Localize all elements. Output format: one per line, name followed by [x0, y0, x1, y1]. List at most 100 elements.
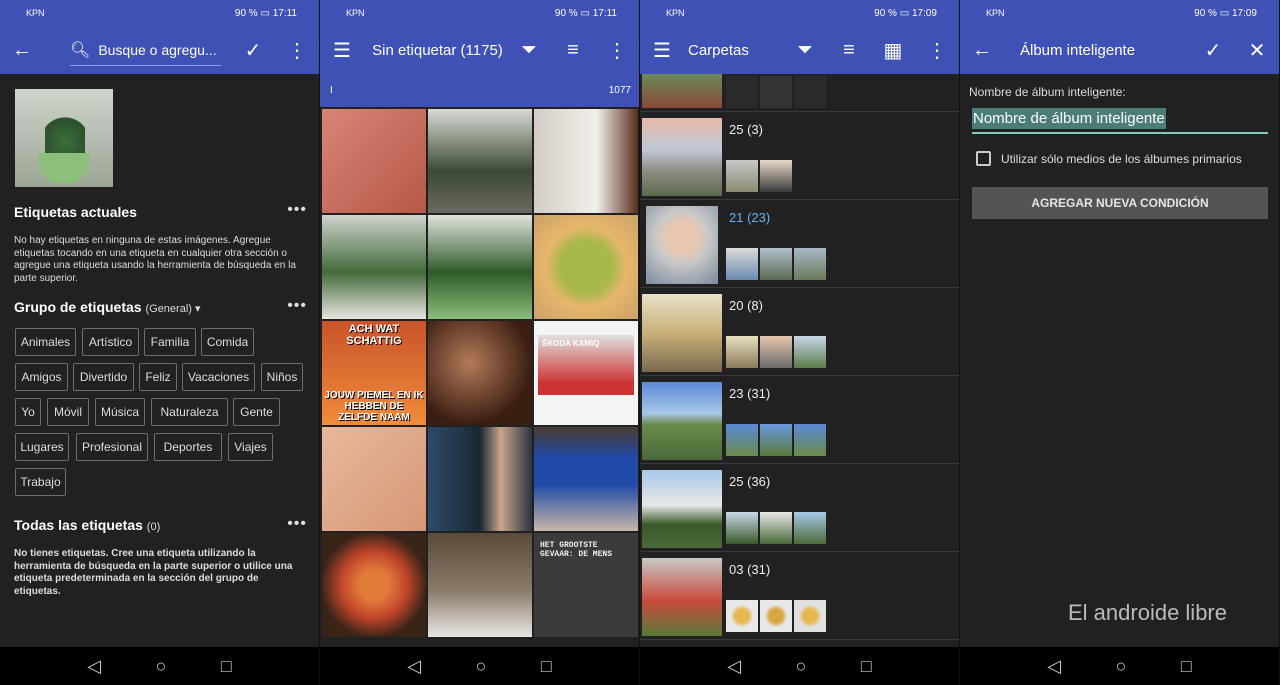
tag-group-more-icon[interactable]: ••• — [287, 297, 307, 315]
grid-view-icon[interactable]: ▦ — [871, 26, 915, 74]
add-condition-button[interactable]: AGREGAR NUEVA CONDICIÓN — [972, 187, 1268, 219]
battery-label: 90 % — [234, 7, 258, 19]
ad-banner: ŠKODA KAMIQ — [538, 335, 634, 395]
current-tags-more-icon[interactable]: ••• — [287, 201, 307, 219]
chip-lugares[interactable]: Lugares — [15, 433, 69, 461]
nav-home-icon[interactable]: ○ — [1116, 656, 1127, 677]
photo-thumbnail[interactable] — [534, 427, 638, 531]
battery-icon: ▭ — [1219, 7, 1232, 19]
filter-icon[interactable]: ⏷ — [783, 26, 827, 74]
chip-animales[interactable]: Animales — [15, 328, 76, 356]
photo-thumbnail[interactable] — [428, 321, 532, 425]
folder-row[interactable]: 20 (8) — [640, 290, 959, 376]
filter-icon[interactable]: ⏷ — [507, 26, 551, 74]
nav-back-icon[interactable]: ◁ — [1047, 656, 1061, 677]
chip-yo[interactable]: Yo — [15, 398, 41, 426]
nav-recents-icon[interactable]: □ — [1181, 656, 1192, 677]
chip-profesional[interactable]: Profesional — [76, 433, 148, 461]
photo-thumbnail[interactable] — [534, 215, 638, 319]
folder-row[interactable]: 23 (31) — [640, 378, 959, 464]
photo-thumbnail[interactable] — [322, 533, 426, 637]
nav-recents-icon[interactable]: □ — [541, 656, 552, 677]
more-vert-icon[interactable]: ⋮ — [275, 26, 319, 74]
nav-recents-icon[interactable]: □ — [861, 656, 872, 677]
chip-ninos[interactable]: Niños — [261, 363, 303, 391]
sort-icon[interactable]: ≡ — [551, 26, 595, 74]
menu-icon[interactable]: ☰ — [640, 26, 684, 74]
photo-thumbnail[interactable] — [428, 215, 532, 319]
check-icon[interactable]: ✓ — [231, 26, 275, 74]
photo-thumbnail[interactable] — [428, 533, 532, 637]
sort-icon[interactable]: ≡ — [827, 26, 871, 74]
chip-artistico[interactable]: Artístico — [82, 328, 139, 356]
nav-home-icon[interactable]: ○ — [796, 656, 807, 677]
album-name-field[interactable]: Nombre de álbum inteligente — [972, 106, 1268, 134]
chip-vacaciones[interactable]: Vacaciones — [182, 363, 255, 391]
book-image[interactable]: HET GROOTSTE GEVAAR: DE MENS — [534, 533, 638, 637]
tag-group-dropdown[interactable]: (General) ▾ — [145, 303, 200, 315]
folder-row-partial[interactable] — [640, 74, 959, 112]
photo-thumbnail[interactable] — [534, 109, 638, 213]
chip-divertido[interactable]: Divertido — [73, 363, 134, 391]
primary-albums-checkbox-row[interactable]: Utilizar sólo medios de los álbumes prim… — [976, 151, 1242, 166]
chip-trabajo[interactable]: Trabajo — [15, 468, 66, 496]
app-bar: ☰ Sin etiquetar (1175) ⏷ ≡ ⋮ — [320, 26, 639, 74]
chip-deportes[interactable]: Deportes — [154, 433, 222, 461]
more-vert-icon[interactable]: ⋮ — [595, 26, 639, 74]
fast-scroll-bar[interactable]: I 1077 — [320, 74, 639, 107]
nav-home-icon[interactable]: ○ — [476, 656, 487, 677]
folder-row[interactable]: 25 (36) — [640, 466, 959, 552]
status-right: 90 % ▭ 17:11 — [555, 8, 617, 19]
nav-recents-icon[interactable]: □ — [221, 656, 232, 677]
folder-row[interactable]: 21 (23) — [640, 202, 959, 288]
chip-feliz[interactable]: Feliz — [139, 363, 177, 391]
nav-back-icon[interactable]: ◁ — [87, 656, 101, 677]
chip-gente[interactable]: Gente — [233, 398, 280, 426]
folder-preview — [726, 248, 758, 280]
chip-naturaleza[interactable]: Naturaleza — [151, 398, 228, 426]
ad-title: ŠKODA KAMIQ — [542, 339, 600, 348]
primary-albums-checkbox[interactable] — [976, 151, 991, 166]
photo-thumbnail[interactable] — [322, 109, 426, 213]
folder-preview — [726, 424, 758, 456]
album-name-value: Nombre de álbum inteligente — [972, 108, 1166, 129]
close-icon[interactable]: ✕ — [1235, 26, 1279, 74]
folder-row[interactable]: 25 (3) — [640, 114, 959, 200]
selected-image-thumbnail[interactable] — [15, 89, 113, 187]
search-placeholder: Busque o agregu... — [98, 41, 217, 58]
menu-icon[interactable]: ☰ — [320, 26, 364, 74]
photo-thumbnail[interactable] — [322, 427, 426, 531]
meme-image[interactable]: ACH WAT SCHATTIG JOUW PIEMEL EN IK HEBBE… — [322, 321, 426, 425]
back-arrow-icon[interactable]: ← — [960, 26, 1004, 74]
chip-familia[interactable]: Familia — [144, 328, 196, 356]
chip-amigos[interactable]: Amigos — [15, 363, 68, 391]
more-vert-icon[interactable]: ⋮ — [915, 26, 959, 74]
all-tags-more-icon[interactable]: ••• — [287, 515, 307, 533]
untagged-screen: KPN 90 % ▭ 17:11 ☰ Sin etiquetar (1175) … — [320, 0, 640, 685]
back-arrow-icon[interactable]: ← — [0, 26, 44, 74]
ad-image[interactable]: ŠKODA KAMIQ — [534, 321, 638, 425]
photo-thumbnail[interactable] — [428, 109, 532, 213]
search-input[interactable]: 🔍︎ Busque o agregu... — [70, 34, 221, 66]
photo-thumbnail[interactable] — [322, 215, 426, 319]
chip-comida[interactable]: Comida — [201, 328, 254, 356]
nav-back-icon[interactable]: ◁ — [727, 656, 741, 677]
photo-thumbnail[interactable] — [428, 427, 532, 531]
chip-movil[interactable]: Móvil — [47, 398, 89, 426]
time-label: 17:09 — [911, 7, 937, 19]
carrier-label: KPN — [666, 8, 685, 18]
nav-home-icon[interactable]: ○ — [156, 656, 167, 677]
folder-row[interactable]: 03 (31) — [640, 554, 959, 640]
all-tags-text: No tienes etiquetas. Cree una etiqueta u… — [14, 548, 293, 597]
check-icon[interactable]: ✓ — [1191, 26, 1235, 74]
time-label: 17:11 — [272, 7, 297, 19]
chip-musica[interactable]: Música — [95, 398, 145, 426]
nav-back-icon[interactable]: ◁ — [407, 656, 421, 677]
fast-scroll-handle[interactable]: I — [330, 85, 333, 96]
carrier-label: KPN — [986, 8, 1005, 18]
app-bar: ← 🔍︎ Busque o agregu... ✓ ⋮ — [0, 26, 319, 74]
system-nav-bar: ◁ ○ □ — [320, 647, 639, 685]
folder-preview — [794, 248, 826, 280]
battery-icon: ▭ — [899, 7, 912, 19]
chip-viajes[interactable]: Viajes — [228, 433, 273, 461]
